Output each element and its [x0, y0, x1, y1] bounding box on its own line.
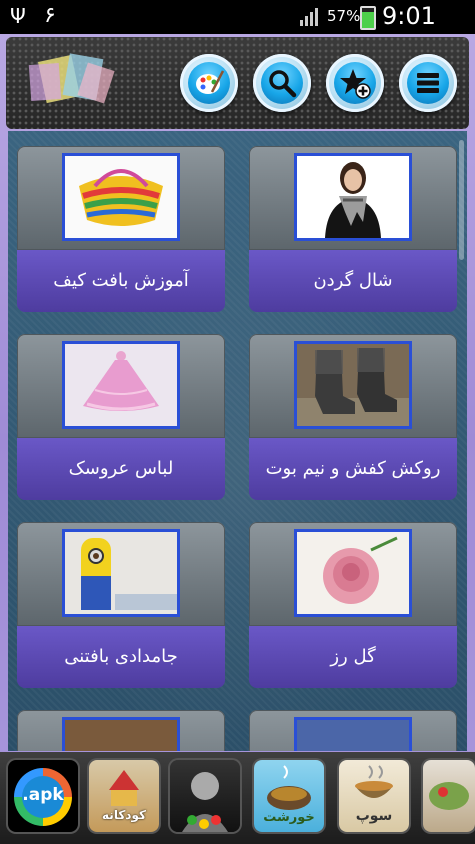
category-card-rose[interactable]: گل رز [249, 522, 457, 688]
app-apk[interactable]: .apk [8, 760, 78, 832]
palette-button[interactable] [180, 54, 238, 112]
category-card-pencil-case[interactable]: جامدادی بافتنی [17, 522, 225, 688]
app-food[interactable] [423, 760, 475, 832]
apk-label: .apk [22, 785, 64, 805]
battery-percent: 57% [327, 7, 361, 25]
knitted-bag-photo [62, 153, 180, 241]
category-card-partial[interactable] [249, 710, 457, 751]
stew-label: خورشت [263, 810, 315, 825]
notification-badge: ۶ [44, 3, 56, 28]
app-soup[interactable]: سوپ [339, 760, 409, 832]
search-icon [269, 70, 297, 98]
category-grid: شال گردن آموزش بافت کیف روکش کفش و نیم ب… [8, 131, 467, 751]
star-plus-icon [340, 69, 371, 99]
category-thumbnail [294, 717, 412, 751]
boot-cover-photo [294, 341, 412, 429]
category-card-scarf[interactable]: شال گردن [249, 146, 457, 312]
menu-icon [417, 73, 439, 93]
category-card-doll-dress[interactable]: لباس عروسک [17, 334, 225, 500]
category-card-partial[interactable] [17, 710, 225, 751]
search-button[interactable] [253, 54, 311, 112]
palette-icon [196, 70, 224, 94]
app-kids-songs[interactable]: کودکانه [89, 760, 159, 832]
usb-icon: Ψ [10, 4, 26, 28]
app-stew[interactable]: خورشت [254, 760, 324, 832]
category-card-boot-cover[interactable]: روکش کفش و نیم بوت [249, 334, 457, 500]
soup-label: سوپ [355, 808, 393, 824]
menu-button[interactable] [399, 54, 457, 112]
kids-songs-label: کودکانه [102, 808, 146, 822]
category-label: روکش کفش و نیم بوت [249, 438, 457, 500]
category-card-knitted-bag[interactable]: آموزش بافت کیف [17, 146, 225, 312]
scrollbar[interactable] [459, 140, 464, 260]
category-label: شال گردن [249, 250, 457, 312]
signal-icon [300, 8, 318, 26]
doll-dress-photo [62, 341, 180, 429]
category-label: گل رز [249, 626, 457, 688]
app-logo [28, 53, 115, 104]
battery-icon [360, 6, 376, 30]
scarf-photo [294, 153, 412, 241]
category-label: جامدادی بافتنی [17, 626, 225, 688]
app-dark-portrait[interactable] [170, 760, 240, 832]
category-label: آموزش بافت کیف [17, 250, 225, 312]
status-bar: Ψ ۶ 57% 9:01 AM [0, 0, 475, 58]
knitted-pencil-case-photo [62, 529, 180, 617]
food-icon [429, 782, 469, 810]
category-thumbnail [62, 717, 180, 751]
favorite-add-button[interactable] [326, 54, 384, 112]
category-label: لباس عروسک [17, 438, 225, 500]
dark-portrait-icon [182, 772, 228, 832]
crochet-rose-photo [294, 529, 412, 617]
